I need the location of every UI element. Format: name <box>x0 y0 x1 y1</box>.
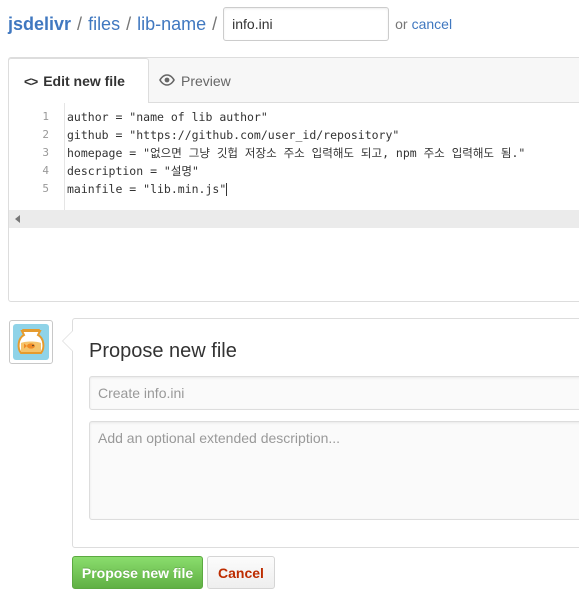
code-line: homepage = "없으면 그냥 깃헙 저장소 주소 입력해도 되고, np… <box>67 146 526 160</box>
fishbowl-avatar-icon <box>13 324 49 360</box>
breadcrumb-lib-name-link[interactable]: lib-name <box>137 14 206 35</box>
commit-summary-input[interactable] <box>89 376 579 410</box>
or-text: or <box>395 16 408 32</box>
tab-preview-label: Preview <box>181 72 231 89</box>
propose-new-file-button[interactable]: Propose new file <box>72 556 203 589</box>
cancel-button[interactable]: Cancel <box>207 556 275 589</box>
eye-icon <box>159 73 175 89</box>
tab-edit-new-file[interactable]: <> Edit new file <box>8 58 149 103</box>
horizontal-scrollbar[interactable] <box>9 210 579 228</box>
code-line: github = "https://github.com/user_id/rep… <box>67 128 400 142</box>
breadcrumb-separator: / <box>77 13 83 34</box>
editor-tab-bar: <> Edit new file Preview <box>8 58 579 103</box>
line-number: 3 <box>42 146 49 159</box>
code-editor[interactable]: 1 2 3 4 5 author = "name of lib author" … <box>9 103 579 210</box>
filename-input[interactable] <box>223 7 390 41</box>
breadcrumb-separator: / <box>126 13 132 34</box>
code-line-text: mainfile = "lib.min.js" <box>67 182 227 196</box>
scroll-left-icon[interactable] <box>15 215 20 223</box>
line-number: 5 <box>42 182 49 195</box>
line-number: 4 <box>42 164 49 177</box>
commit-form-title: Propose new file <box>89 340 237 362</box>
tab-edit-label: Edit new file <box>43 73 125 89</box>
avatar <box>9 320 53 364</box>
file-editor: <> Edit new file Preview 1 2 3 4 5 autho… <box>8 57 579 302</box>
line-number: 1 <box>42 110 49 123</box>
line-number-gutter: 1 2 3 4 5 <box>9 103 65 210</box>
code-line: author = "name of lib author" <box>67 110 268 124</box>
breadcrumb-separator: / <box>212 13 218 34</box>
repo-link[interactable]: jsdelivr <box>8 14 71 35</box>
cancel-link[interactable]: cancel <box>412 16 452 32</box>
breadcrumb: jsdelivr / files / lib-name / or cancel <box>8 7 452 41</box>
code-line: mainfile = "lib.min.js" <box>67 180 228 198</box>
breadcrumb-files-link[interactable]: files <box>88 14 120 35</box>
commit-description-input[interactable] <box>89 421 579 520</box>
code-icon: <> <box>24 73 38 89</box>
line-number: 2 <box>42 128 49 141</box>
commit-form-pointer-inner <box>63 331 73 351</box>
code-line: description = "설명" <box>67 164 199 178</box>
text-cursor <box>226 183 228 196</box>
tab-preview[interactable]: Preview <box>159 58 231 103</box>
